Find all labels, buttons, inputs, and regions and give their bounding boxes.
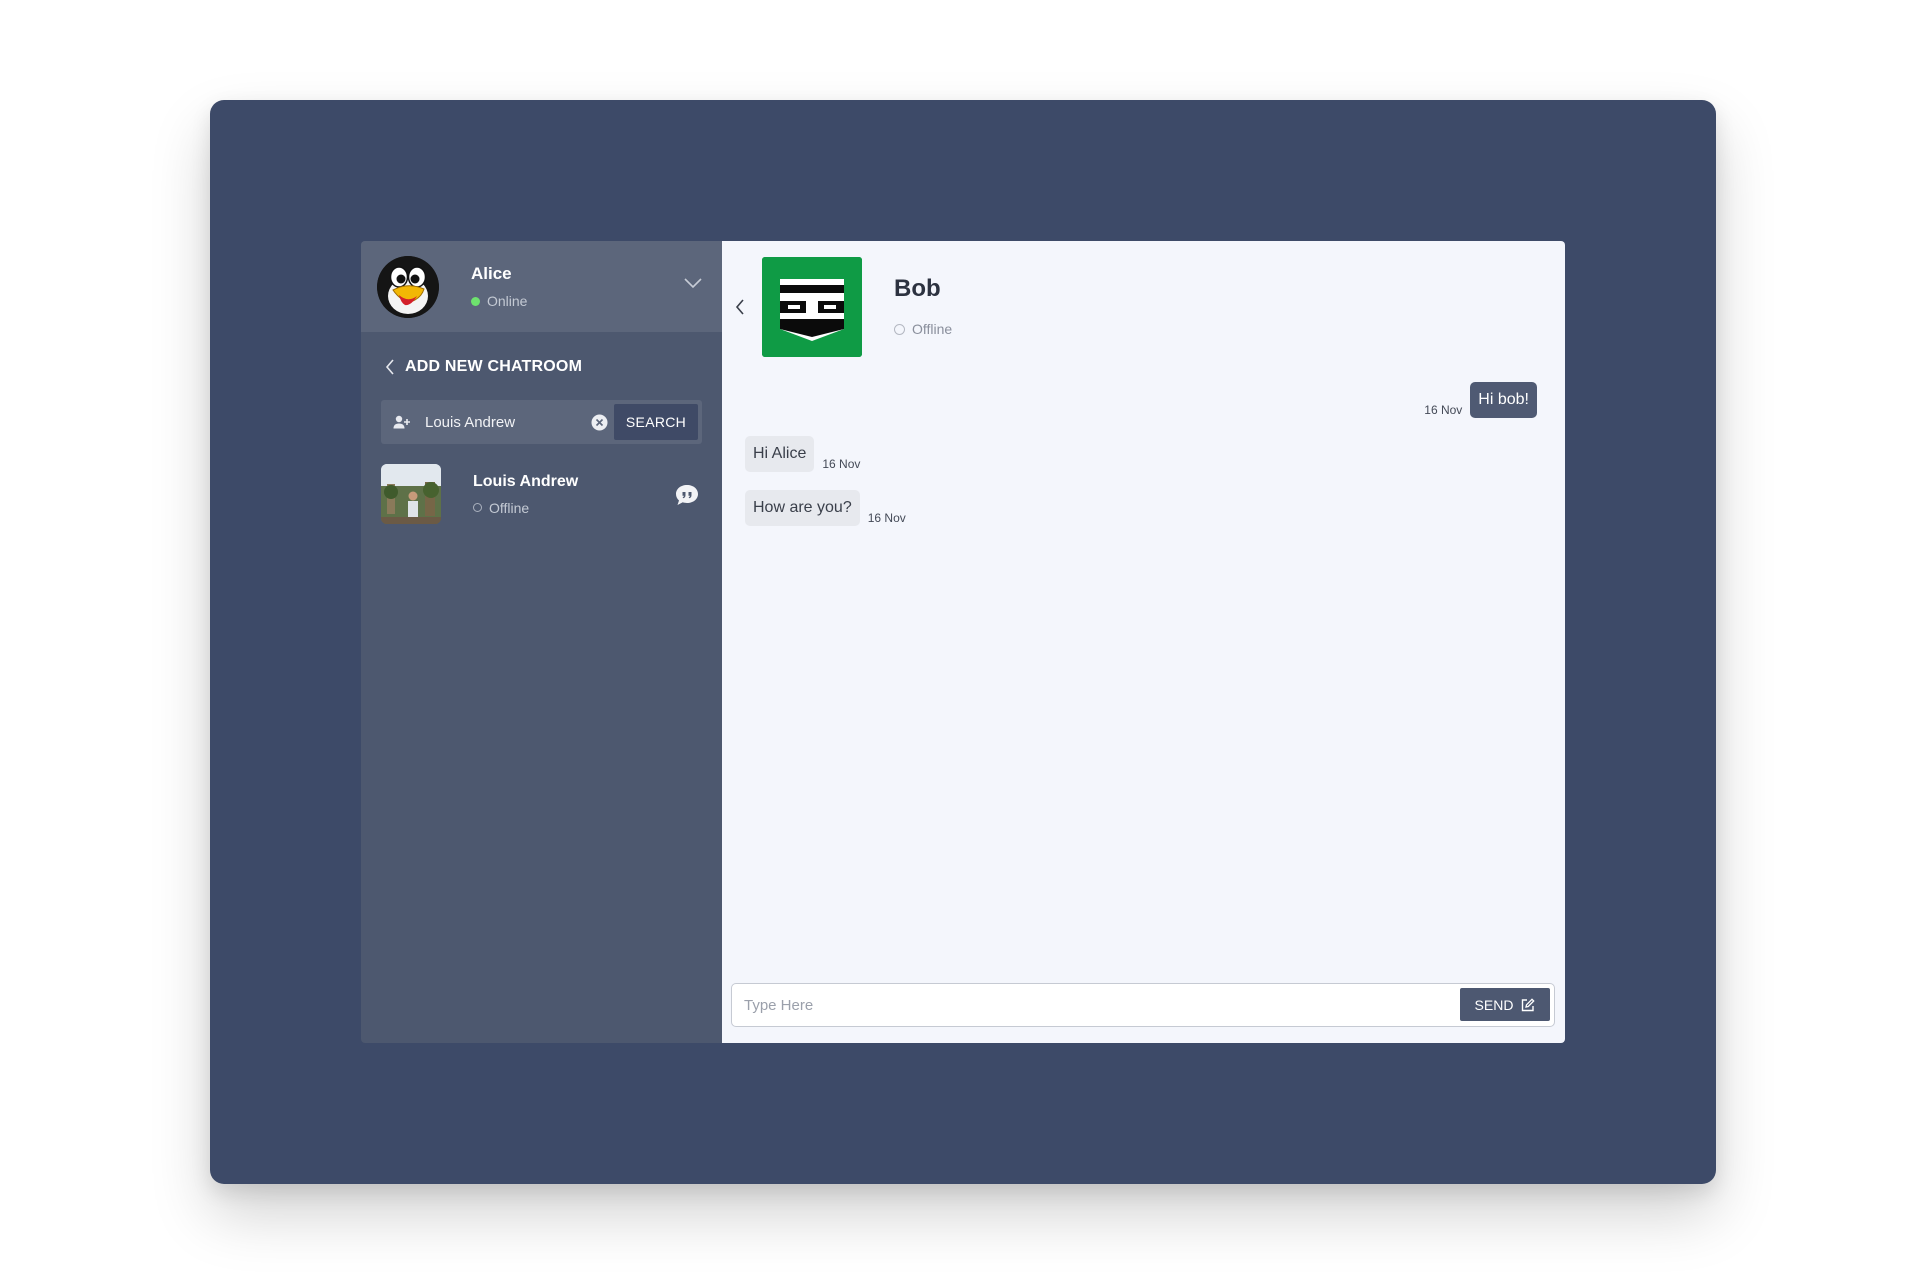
send-button[interactable]: SEND bbox=[1460, 988, 1550, 1021]
contact-name: Louis Andrew bbox=[473, 472, 579, 490]
chat-bubble-icon[interactable] bbox=[675, 484, 699, 506]
contact-header-name: Bob bbox=[894, 275, 941, 302]
contact-header-status: Offline bbox=[894, 321, 952, 337]
user-avatar bbox=[377, 255, 439, 318]
message-bubble: How are you? bbox=[745, 490, 860, 526]
current-user-status: Online bbox=[471, 293, 527, 309]
add-new-chatroom-header[interactable]: ADD NEW CHATROOM bbox=[361, 342, 722, 392]
edit-icon bbox=[1522, 997, 1536, 1011]
contact-status-text: Offline bbox=[489, 499, 530, 516]
contact-avatar bbox=[381, 464, 441, 524]
search-button[interactable]: SEARCH bbox=[614, 404, 698, 440]
search-result-item[interactable]: Louis Andrew Offline bbox=[381, 464, 702, 524]
contact-header-status-text: Offline bbox=[912, 321, 953, 337]
message-input[interactable] bbox=[744, 994, 1394, 1016]
current-user-header[interactable]: Alice Online bbox=[361, 241, 722, 332]
chevron-left-icon[interactable] bbox=[385, 359, 395, 375]
user-plus-icon bbox=[393, 415, 410, 429]
current-user-status-text: Online bbox=[487, 293, 528, 309]
chevron-down-icon[interactable] bbox=[684, 274, 702, 292]
current-user-name: Alice bbox=[471, 264, 512, 283]
message-composer: SEND bbox=[731, 983, 1555, 1027]
message-bubble: Hi bob! bbox=[1470, 382, 1537, 418]
chat-panel: Bob Offline 16 Nov Hi bob! Hi Alice 16 N… bbox=[722, 241, 1565, 1043]
chat-app: Alice Online ADD NEW CHATROOM Louis Andr… bbox=[361, 241, 1565, 1043]
send-button-label: SEND bbox=[1474, 996, 1514, 1013]
message-incoming: Hi Alice 16 Nov bbox=[745, 436, 868, 472]
bob-identicon-icon bbox=[762, 257, 862, 357]
sidebar: Alice Online ADD NEW CHATROOM Louis Andr… bbox=[361, 241, 722, 1043]
penguin-avatar-icon bbox=[377, 255, 439, 318]
contact-header-avatar bbox=[762, 257, 862, 357]
contact-photo-icon bbox=[381, 464, 441, 524]
contact-status: Offline bbox=[473, 500, 578, 516]
clear-icon[interactable] bbox=[591, 414, 608, 431]
search-input[interactable] bbox=[425, 413, 575, 431]
back-chevron-icon[interactable] bbox=[734, 298, 746, 316]
add-new-chatroom-label: ADD NEW CHATROOM bbox=[405, 358, 583, 375]
message-timestamp: 16 Nov bbox=[822, 457, 861, 471]
offline-dot-icon bbox=[894, 323, 905, 335]
user-search-bar: SEARCH bbox=[381, 400, 702, 444]
message-incoming: How are you? 16 Nov bbox=[745, 490, 914, 526]
message-outgoing: 16 Nov Hi bob! bbox=[1416, 382, 1537, 418]
offline-dot-icon bbox=[473, 503, 482, 512]
online-dot-icon bbox=[471, 296, 480, 306]
message-timestamp: 16 Nov bbox=[1424, 403, 1463, 417]
message-bubble: Hi Alice bbox=[745, 436, 815, 472]
message-timestamp: 16 Nov bbox=[867, 511, 906, 525]
